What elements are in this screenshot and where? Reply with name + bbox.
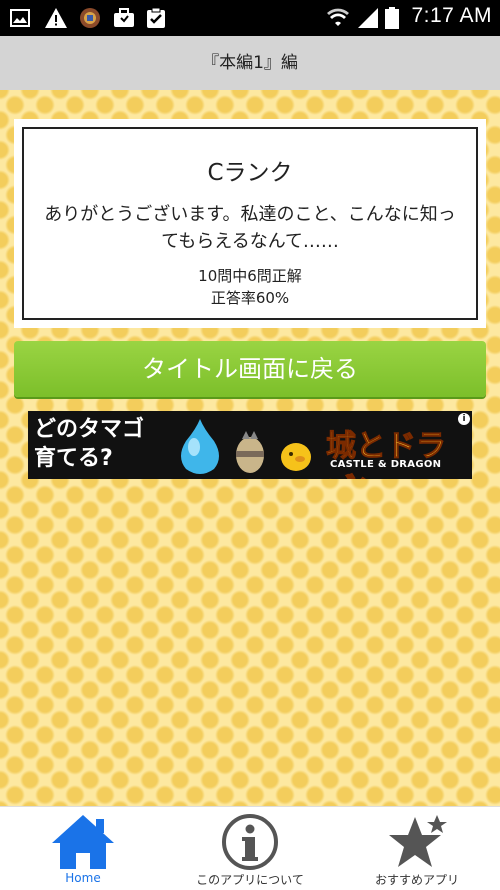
page-title: 『本編1』編 [0, 36, 500, 90]
rank-label: Cランク [207, 160, 293, 186]
score-text: 10問中6問正解 [198, 267, 302, 285]
clipboard-check-icon [147, 7, 165, 28]
result-message: ありがとうございます。私達のこと、こんなに知ってもらえるなんて…… [44, 204, 456, 252]
ad-headline-line2: 育てる? [34, 446, 113, 471]
status-time: 7:17 AM [411, 4, 492, 27]
ad-headline-line1: どのタマゴ [34, 417, 145, 442]
bottom-navigation: Home このアプリについて おすすめアプリ [0, 806, 500, 890]
stars-icon [389, 815, 447, 867]
app-icon [80, 8, 100, 28]
wifi-icon [327, 8, 349, 26]
back-to-title-button[interactable]: タイトル画面に戻る [14, 341, 486, 397]
ad-logo-subtitle: CASTLE & DRAGON [330, 459, 442, 470]
battery-icon [385, 7, 399, 29]
striped-egg-icon [236, 431, 264, 473]
briefcase-icon [114, 8, 134, 27]
nav-item-recommended[interactable]: おすすめアプリ [334, 807, 500, 890]
blue-egg-icon [181, 419, 219, 474]
status-bar: 7:17 AM [0, 0, 500, 36]
nav-label-recommended: おすすめアプリ [374, 873, 459, 887]
ad-headline: どのタマゴ 育てる? [34, 415, 144, 473]
info-icon [222, 814, 278, 870]
result-stats: 10問中6問正解 正答率60% [24, 265, 476, 309]
nav-item-about[interactable]: このアプリについて [166, 807, 334, 890]
nav-label-home: Home [65, 871, 101, 885]
nav-item-home[interactable]: Home [0, 807, 166, 890]
ad-logo-title: 城とドラゴン [326, 429, 447, 480]
result-frame: Cランク ありがとうございます。私達のこと、こんなに知ってもらえるなんて…… 1… [22, 127, 478, 320]
result-card: Cランク ありがとうございます。私達のこと、こんなに知ってもらえるなんて…… 1… [14, 119, 486, 328]
home-icon [52, 815, 114, 869]
warning-icon [45, 8, 67, 28]
nav-label-about: このアプリについて [196, 873, 304, 887]
yellow-egg-icon [281, 443, 311, 471]
image-icon [10, 9, 30, 27]
ad-logo: 城とドラゴン CASTLE & DRAGON [326, 421, 458, 480]
ad-info-icon[interactable]: i [458, 413, 470, 425]
accuracy-text: 正答率60% [210, 289, 290, 307]
signal-icon [358, 8, 378, 28]
ad-banner[interactable]: どのタマゴ 育てる? 城とドラゴン CASTLE & DRAGON i [28, 411, 472, 479]
